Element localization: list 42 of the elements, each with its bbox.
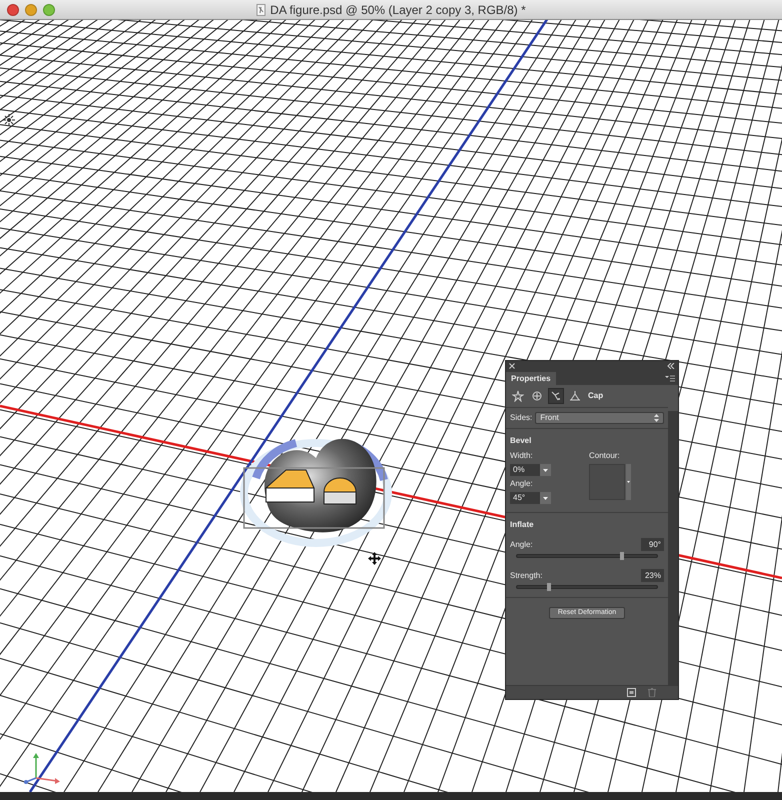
field-label: Contour: [589,450,621,462]
panel-menu-icon[interactable] [665,375,675,382]
caret-icon [627,481,630,483]
axis-icon [22,752,62,784]
sides-dropdown[interactable]: Front [535,412,664,424]
move-cursor-icon [368,552,381,565]
section-title: Bevel [510,435,532,447]
star-icon [512,390,524,402]
triangle-icon [569,390,581,402]
section-title: Cap [588,390,604,402]
angle-field[interactable]: 45° [510,492,540,504]
width-field[interactable]: 0% [510,464,540,476]
angle-slider-thumb[interactable] [620,552,624,560]
close-icon[interactable] [509,363,515,369]
tool-icon [550,390,562,402]
section-title: Inflate [510,519,535,531]
up-down-arrows-icon [654,414,659,422]
close-button[interactable] [7,4,19,16]
crosshair-icon [531,390,543,402]
field-label: Angle: [510,538,533,550]
caret-icon [543,468,548,472]
window-title: DA figure.psd @ 50% (Layer 2 copy 3, RGB/8) * [270,2,526,19]
panel-tab[interactable]: Properties [506,372,556,385]
render-icon[interactable] [627,688,636,697]
collapse-icon[interactable] [667,363,675,369]
field-label: Angle: [510,478,534,490]
strength-slider-thumb[interactable] [547,583,552,591]
mode-tab[interactable] [510,388,526,404]
field-label: Strength: [510,570,542,582]
dropdown-button[interactable] [540,492,551,504]
caret-icon [543,496,548,500]
angle-field[interactable]: 90° [641,538,664,551]
zoom-button[interactable] [43,4,55,16]
scrollbar[interactable] [668,411,678,685]
dropdown-button[interactable] [540,464,551,476]
light-icon [3,114,15,126]
field-label: Width: [510,450,534,462]
field-label: Sides: [510,412,532,424]
strength-field[interactable]: 23% [641,569,664,582]
document-icon [256,4,266,16]
mode-tab[interactable] [548,388,564,404]
minimize-button[interactable] [25,4,37,16]
